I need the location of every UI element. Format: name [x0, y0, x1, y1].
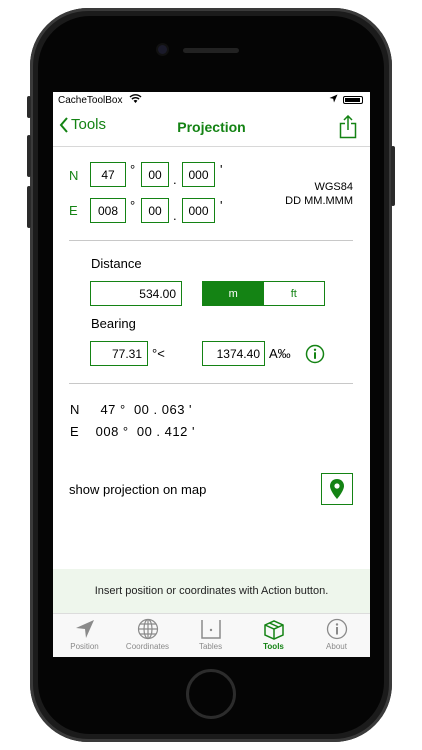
map-pin-icon	[330, 479, 344, 499]
coordinate-format[interactable]: WGS84 DD MM.MMM	[285, 180, 353, 208]
status-bar: CacheToolBox	[53, 92, 370, 110]
navigation-arrow-icon	[75, 620, 94, 638]
bearing-mils-unit: A‰	[269, 346, 291, 361]
format-label: DD MM.MMM	[285, 195, 353, 207]
hint-banner: Insert position or coordinates with Acti…	[53, 569, 370, 613]
east-minutes-field[interactable]: 00	[141, 198, 169, 223]
east-decimal-field[interactable]: 000	[182, 198, 215, 223]
north-minute-symbol: '	[220, 162, 223, 177]
page-title: Projection	[177, 119, 246, 135]
unit-feet-option[interactable]: ft	[264, 282, 325, 305]
bearing-label: Bearing	[91, 316, 136, 331]
unit-meters-option[interactable]: m	[203, 282, 264, 305]
tab-tables-label: Tables	[198, 642, 223, 651]
north-dot: .	[173, 172, 177, 187]
north-decimal-field[interactable]: 000	[182, 162, 215, 187]
bearing-degrees-field[interactable]: 77.31	[90, 341, 148, 366]
bearing-degree-unit: °<	[152, 346, 165, 361]
east-degree-symbol: °	[130, 198, 136, 213]
info-icon[interactable]	[305, 344, 325, 364]
result-north: N 47 ° 00 . 063 '	[70, 402, 193, 417]
home-button[interactable]	[186, 669, 236, 719]
tab-bar: Position Coordinates Tables Tools About	[53, 613, 370, 657]
east-dot: .	[173, 208, 177, 223]
tab-about-label: About	[326, 642, 347, 651]
mute-switch	[27, 96, 31, 118]
carrier-label: CacheToolBox	[58, 95, 123, 106]
tab-about[interactable]: About	[305, 618, 368, 651]
north-degree-symbol: °	[130, 162, 136, 177]
tab-position-label: Position	[70, 642, 99, 651]
divider-top	[69, 240, 353, 241]
bearing-mils-field[interactable]: 1374.40	[202, 341, 265, 366]
show-on-map-label: show projection on map	[69, 482, 207, 497]
volume-up-button	[27, 135, 31, 177]
share-icon[interactable]	[339, 115, 357, 139]
east-minute-symbol: '	[220, 198, 223, 213]
tab-tools[interactable]: Tools	[242, 618, 305, 651]
result-east: E 008 ° 00 . 412 '	[70, 424, 195, 439]
distance-value: 534.00	[139, 286, 176, 301]
table-icon	[200, 620, 221, 639]
tab-coordinates[interactable]: Coordinates	[116, 618, 179, 651]
navigation-bar: Tools Projection	[53, 110, 370, 147]
tab-coordinates-label: Coordinates	[125, 642, 170, 651]
datum-label: WGS84	[314, 181, 353, 193]
distance-field[interactable]: 534.00	[90, 281, 182, 306]
north-degrees-field[interactable]: 47	[90, 162, 126, 187]
globe-icon	[137, 618, 158, 640]
wifi-icon	[129, 94, 142, 103]
volume-down-button	[27, 186, 31, 228]
toolbox-icon	[263, 620, 284, 640]
north-label: N	[69, 168, 79, 183]
north-minutes-field[interactable]: 00	[141, 162, 169, 187]
show-on-map-button[interactable]	[321, 473, 353, 505]
front-camera	[158, 45, 167, 54]
info-icon	[326, 618, 347, 640]
tab-tools-label: Tools	[263, 642, 284, 651]
east-label: E	[69, 203, 78, 218]
location-arrow-icon	[329, 94, 338, 103]
divider-bottom	[69, 383, 353, 384]
east-degrees-field[interactable]: 008	[90, 198, 126, 223]
tab-position[interactable]: Position	[53, 618, 116, 651]
battery-icon	[343, 96, 363, 104]
bearing-degrees-value: 77.31	[111, 346, 142, 361]
tab-tables[interactable]: Tables	[179, 618, 242, 651]
earpiece-speaker	[183, 48, 239, 53]
unit-segmented-control[interactable]: m ft	[202, 281, 325, 306]
distance-label: Distance	[91, 256, 142, 271]
app-screen: CacheToolBox Tools Projection N 47 ° 00 …	[53, 92, 370, 657]
power-button	[391, 146, 395, 206]
bearing-mils-value: 1374.40	[216, 346, 260, 361]
